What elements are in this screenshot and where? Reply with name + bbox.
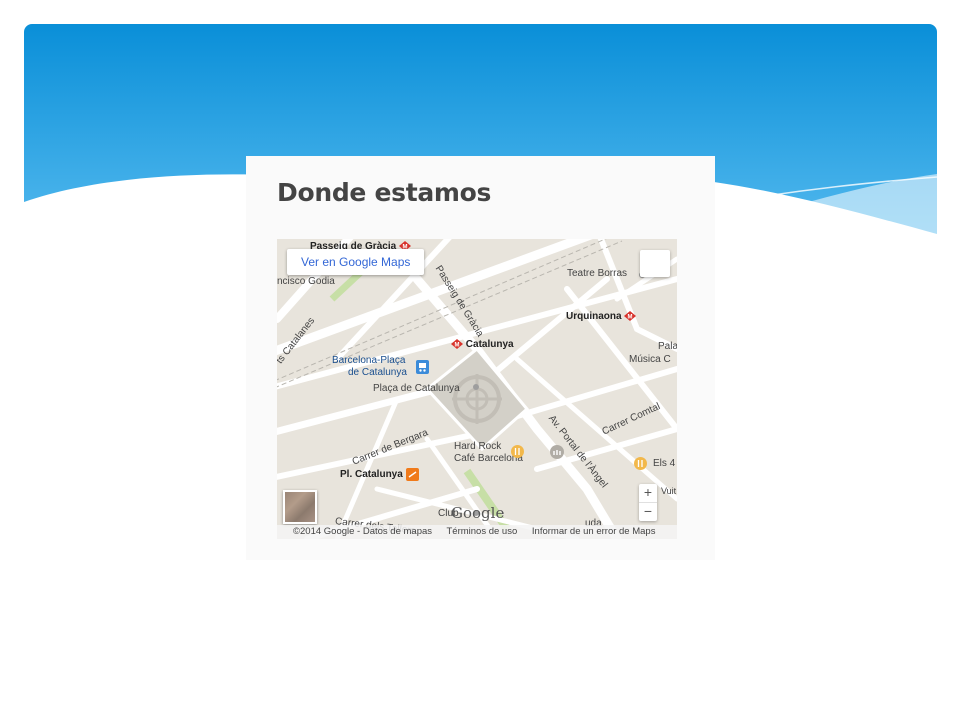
terms-of-use-link[interactable]: Términos de uso bbox=[447, 526, 518, 537]
report-map-error-link[interactable]: Informar de un error de Maps bbox=[532, 526, 656, 537]
svg-text:M: M bbox=[455, 343, 460, 349]
map-label-vuit: Vuit c bbox=[661, 486, 677, 496]
satellite-view-toggle[interactable] bbox=[283, 490, 317, 524]
google-logo: Google bbox=[451, 504, 505, 522]
map-attribution-bar: ©2014 Google - Datos de mapas Términos d… bbox=[277, 525, 677, 539]
zoom-out-button[interactable]: − bbox=[639, 503, 657, 521]
svg-text:M: M bbox=[628, 315, 633, 321]
fullscreen-button[interactable] bbox=[640, 250, 670, 277]
map-label-els-4: Els 4 bbox=[653, 458, 676, 469]
map-label-francisco-godia: ncisco Godia bbox=[277, 276, 335, 287]
map-label-barcelona-placa-line2: de Catalunya bbox=[348, 367, 407, 378]
restaurant-icon bbox=[634, 457, 647, 470]
map-label-pala: Pala bbox=[658, 341, 677, 352]
map-streets bbox=[277, 239, 677, 539]
train-icon bbox=[416, 360, 429, 374]
bus-icon bbox=[405, 468, 419, 481]
zoom-control: + − bbox=[639, 484, 657, 521]
map-label-pl-catalunya: Pl. Catalunya bbox=[340, 468, 419, 481]
google-map[interactable]: Passeig de Gràcia M ncisco Godia ts Cata… bbox=[277, 239, 677, 539]
map-label-teatre-borras: Teatre Borras bbox=[567, 268, 628, 279]
card-title: Donde estamos bbox=[277, 178, 492, 207]
zoom-in-button[interactable]: + bbox=[639, 484, 657, 502]
museum-icon bbox=[550, 445, 564, 459]
map-label-barcelona-placa-line1: Barcelona-Plaça bbox=[332, 355, 406, 366]
map-label-musica: Música C bbox=[629, 354, 671, 365]
map-label-catalunya-metro: M Catalunya bbox=[451, 339, 514, 351]
map-copyright: ©2014 Google - Datos de mapas bbox=[293, 526, 433, 537]
map-label-placa-catalunya: Plaça de Catalunya bbox=[373, 383, 460, 394]
metro-icon: M bbox=[624, 311, 637, 322]
map-label-barcelona-placa: Barcelona-Plaça de Catalunya bbox=[332, 355, 407, 379]
metro-icon: M bbox=[451, 339, 463, 350]
map-label-urquinaona: Urquinaona M bbox=[566, 311, 637, 323]
restaurant-icon bbox=[511, 445, 524, 458]
view-in-google-maps-link[interactable]: Ver en Google Maps bbox=[287, 249, 425, 275]
